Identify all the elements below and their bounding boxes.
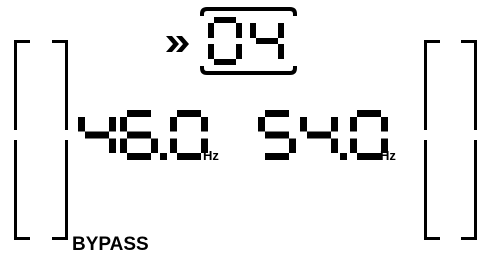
segment-f <box>258 117 265 132</box>
segment-c <box>289 138 296 153</box>
segment-f <box>170 117 177 132</box>
segment-g <box>265 131 289 139</box>
segment-e <box>350 138 357 153</box>
segment-f <box>120 117 127 132</box>
segment-b <box>109 117 116 132</box>
segment-a <box>265 110 289 117</box>
segment-b <box>201 117 208 132</box>
segment-f <box>300 117 307 132</box>
segment-g <box>307 131 331 139</box>
segment-a <box>177 110 201 117</box>
segment-c <box>278 44 284 59</box>
segment-f <box>208 23 214 38</box>
digit-1 <box>120 110 158 160</box>
segment-c <box>151 138 158 153</box>
segment-e <box>120 138 127 153</box>
digit-1 <box>250 23 284 59</box>
segment-a <box>214 17 236 23</box>
segment-f <box>78 117 85 132</box>
segment-f <box>350 117 357 132</box>
segment-e <box>208 44 214 59</box>
segment-c <box>236 44 242 59</box>
decimal-point <box>160 153 167 160</box>
segment-a <box>357 110 381 117</box>
segment-d <box>127 153 151 160</box>
segment-g <box>127 131 151 139</box>
input-frequency-digits <box>78 110 208 160</box>
input-frequency-unit: Hz <box>203 148 219 163</box>
lcd-display: Hz Hz BYPASS <box>14 7 477 255</box>
segment-d <box>265 153 289 160</box>
segment-c <box>109 138 116 153</box>
segment-b <box>278 23 284 38</box>
segment-d <box>357 153 381 160</box>
right-level-bar-frame <box>424 40 477 240</box>
output-frequency-digits <box>258 110 388 160</box>
segment-c <box>331 138 338 153</box>
segment-b <box>236 23 242 38</box>
program-number-digits <box>208 17 284 65</box>
digit-0 <box>208 17 242 65</box>
digit-0 <box>258 110 296 160</box>
segment-g <box>85 131 109 139</box>
double-chevron-right-icon <box>166 36 189 52</box>
decimal-point <box>340 153 347 160</box>
segment-d <box>214 59 236 65</box>
segment-e <box>170 138 177 153</box>
segment-a <box>127 110 151 117</box>
output-frequency-unit: Hz <box>380 148 396 163</box>
digit-1 <box>300 117 338 153</box>
bypass-mode-label: BYPASS <box>72 234 149 255</box>
segment-d <box>177 153 201 160</box>
digit-0 <box>78 117 116 153</box>
segment-b <box>331 117 338 132</box>
segment-g <box>256 38 278 44</box>
left-level-bar-frame <box>14 40 68 240</box>
segment-b <box>381 117 388 132</box>
segment-f <box>250 23 256 38</box>
